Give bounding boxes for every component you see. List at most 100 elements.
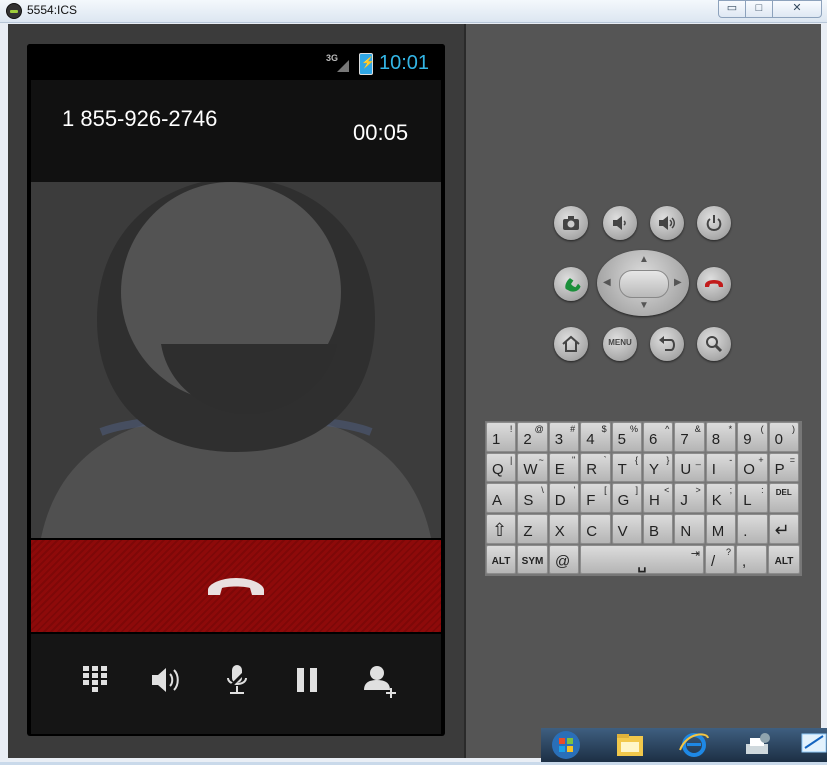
window-title: 5554:ICS — [27, 3, 78, 17]
key-3-0[interactable]: ⇧ — [486, 514, 517, 544]
key-alt-label: \ — [541, 485, 544, 496]
phone-screen: 3G 10:01 1 855-926-2746 00:05 — [27, 44, 445, 736]
minimize-button[interactable]: ▭ — [718, 0, 746, 18]
key-label: H — [649, 491, 660, 509]
key-1-1[interactable]: W ~ — [517, 452, 548, 483]
dpad-right-icon[interactable]: ▶ — [674, 277, 682, 288]
close-button[interactable]: ✕ — [772, 0, 822, 18]
key-3-9[interactable]: ↵ — [768, 514, 799, 544]
key-label: S — [523, 491, 534, 509]
comma-key[interactable]: , — [736, 544, 767, 575]
hold-icon — [297, 668, 317, 692]
key-2-6[interactable]: J > — [674, 483, 705, 513]
key-alt-label: & — [694, 424, 701, 434]
key-alt-label: % — [629, 424, 638, 434]
key-1-0[interactable]: Q | — [486, 452, 517, 483]
key-1-3[interactable]: R ` — [580, 452, 611, 483]
key-0-1[interactable]: 2 @ — [517, 422, 548, 452]
sym-key[interactable]: SYM — [517, 544, 548, 575]
camera-button[interactable] — [554, 206, 588, 240]
key-2-1[interactable]: S \ — [517, 483, 548, 513]
dialpad-button[interactable] — [77, 662, 113, 698]
remote-desktop-icon[interactable] — [797, 730, 827, 760]
key-1-2[interactable]: E " — [548, 452, 580, 483]
key-1-9[interactable]: P = — [768, 452, 799, 483]
key-2-2[interactable]: D ' — [548, 483, 580, 513]
end-call-icon — [208, 578, 264, 595]
add-call-button[interactable] — [361, 662, 397, 698]
key-0-4[interactable]: 5% — [611, 422, 642, 452]
internet-explorer-icon[interactable] — [677, 730, 711, 760]
dpad-up-icon[interactable]: ▲ — [639, 254, 649, 265]
key-alt-label: ] — [635, 485, 638, 496]
key-2-0[interactable]: A — [486, 483, 517, 513]
at-key[interactable]: @ — [549, 544, 579, 575]
key-label: D — [554, 491, 566, 509]
key-1-7[interactable]: I- — [705, 452, 737, 483]
printer-settings-icon[interactable] — [741, 730, 775, 760]
key-2-7[interactable]: K; — [705, 483, 737, 513]
key-alt-label: ' — [573, 485, 576, 496]
maximize-button[interactable]: □ — [745, 0, 773, 18]
key-3-1[interactable]: Z — [517, 514, 548, 544]
file-explorer-icon[interactable] — [613, 730, 647, 760]
dpad-down-icon[interactable]: ▼ — [639, 300, 649, 311]
hangup-button[interactable] — [697, 267, 731, 301]
key-1-4[interactable]: T{ — [611, 452, 642, 483]
key-alt-label: | — [510, 454, 513, 465]
key-label: A — [492, 491, 503, 509]
home-button[interactable] — [554, 327, 588, 361]
key-0-0[interactable]: 1! — [486, 422, 517, 452]
hold-button[interactable] — [289, 662, 325, 698]
volume-down-button[interactable] — [603, 206, 637, 240]
key-label: O — [743, 461, 755, 479]
key-2-9[interactable]: DEL — [768, 483, 799, 513]
key-0-2[interactable]: 3 # — [548, 422, 580, 452]
key-1-8[interactable]: O + — [737, 452, 768, 483]
speaker-button[interactable] — [147, 662, 183, 698]
key-0-6[interactable]: 7 & — [674, 422, 705, 452]
key-1-5[interactable]: Y} — [643, 452, 674, 483]
call-button[interactable] — [554, 267, 588, 301]
volume-up-button[interactable] — [650, 206, 684, 240]
key-0-7[interactable]: 8 * — [705, 422, 737, 452]
key-label: SYM — [521, 555, 544, 567]
alt-left-key[interactable]: ALT — [486, 544, 516, 575]
key-3-4[interactable]: V — [611, 514, 642, 544]
key-2-3[interactable]: F[ — [580, 483, 611, 513]
key-3-8[interactable]: . — [737, 514, 768, 544]
key-3-7[interactable]: M — [705, 514, 737, 544]
dialpad-icon — [83, 666, 107, 692]
dpad-center-button[interactable] — [619, 270, 669, 298]
key-3-2[interactable]: X — [548, 514, 580, 544]
key-0-3[interactable]: 4 $ — [580, 422, 611, 452]
end-call-button[interactable] — [31, 540, 441, 632]
power-button[interactable] — [697, 206, 731, 240]
start-orb-icon[interactable] — [549, 730, 583, 760]
search-button[interactable] — [697, 327, 731, 361]
caller-number: 1 855-926-2746 — [62, 106, 218, 131]
key-label: ␣ — [637, 555, 647, 572]
dpad[interactable]: ▲ ▼ ◀ ▶ — [597, 250, 689, 316]
slash-key[interactable]: /? — [705, 544, 735, 575]
key-3-5[interactable]: B — [643, 514, 674, 544]
key-0-8[interactable]: 9( — [737, 422, 768, 452]
key-3-3[interactable]: C — [580, 514, 611, 544]
dpad-left-icon[interactable]: ◀ — [603, 277, 611, 288]
alt-right-key[interactable]: ALT — [768, 544, 800, 575]
key-label: F — [586, 491, 596, 509]
mute-button[interactable] — [219, 662, 255, 698]
key-alt-label: ( — [760, 424, 764, 434]
key-2-4[interactable]: G] — [611, 483, 642, 513]
space-key[interactable]: ␣ ⇥ — [580, 544, 704, 575]
key-3-6[interactable]: N — [674, 514, 705, 544]
menu-button[interactable]: MENU — [603, 327, 637, 361]
back-button[interactable] — [650, 327, 684, 361]
key-1-6[interactable]: U _ — [674, 452, 705, 483]
key-2-5[interactable]: H < — [643, 483, 674, 513]
key-2-8[interactable]: L: — [737, 483, 768, 513]
key-label: J — [680, 491, 688, 509]
key-0-9[interactable]: 0) — [768, 422, 799, 452]
key-label: T — [617, 461, 627, 479]
key-0-5[interactable]: 6 ^ — [643, 422, 674, 452]
